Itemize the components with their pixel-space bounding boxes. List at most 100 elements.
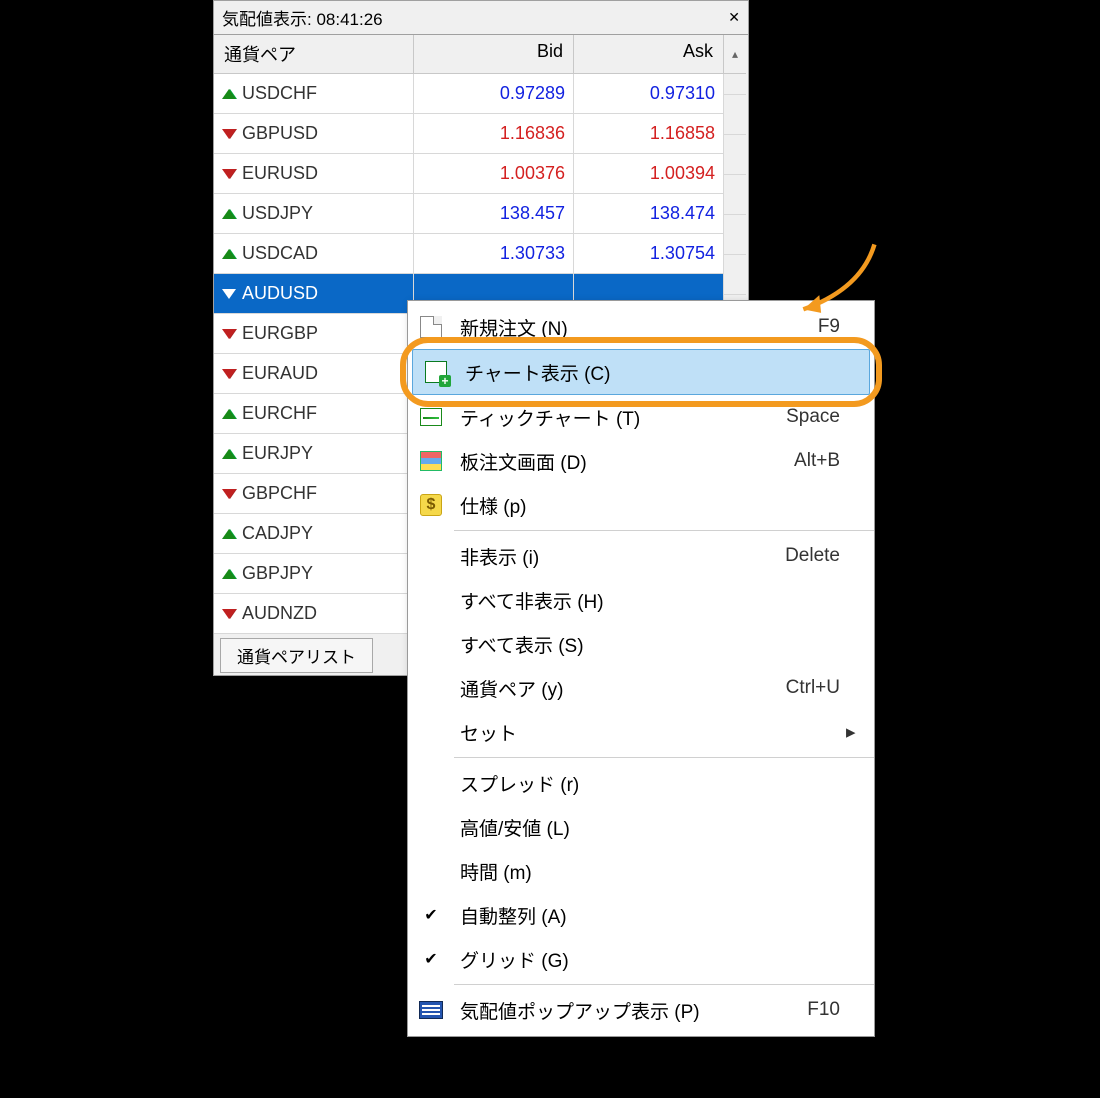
menu-item[interactable]: チャート表示 (C) (412, 349, 870, 395)
menu-item-label: 通貨ペア (y) (454, 675, 786, 702)
menu-item-label: セット (454, 719, 840, 746)
close-icon[interactable]: ✕ (728, 9, 740, 26)
trend-down-icon (222, 609, 236, 619)
menu-item[interactable]: ✔ 自動整列 (A) (408, 893, 874, 937)
trend-up-icon (222, 449, 236, 459)
menu-item-shortcut: Space (786, 406, 846, 428)
context-menu: 新規注文 (N)F9チャート表示 (C)ティックチャート (T)Space板注文… (407, 300, 875, 1037)
trend-down-icon (222, 369, 236, 379)
menu-item[interactable]: 非表示 (i)Delete (408, 534, 874, 578)
bid-value: 138.457 (414, 194, 574, 234)
trend-down-icon (222, 289, 236, 299)
trend-up-icon (222, 409, 236, 419)
table-row[interactable]: USDCHF 0.972890.97310 (214, 74, 748, 114)
trend-up-icon (222, 89, 236, 99)
menu-item[interactable]: ✔ グリッド (G) (408, 937, 874, 981)
scrollbar-track[interactable] (724, 254, 746, 255)
tick-chart-icon (420, 408, 442, 426)
tab-symbol-list[interactable]: 通貨ペアリスト (220, 638, 373, 673)
table-row[interactable]: USDCAD 1.307331.30754 (214, 234, 748, 274)
menu-item-label: 高値/安値 (L) (454, 814, 840, 841)
scrollbar-track[interactable] (724, 134, 746, 135)
table-row[interactable]: EURUSD1.003761.00394 (214, 154, 748, 194)
symbol-name: GBPCHF (242, 483, 317, 504)
menu-item-label: チャート表示 (C) (459, 359, 835, 386)
ask-value: 1.16858 (574, 114, 724, 154)
menu-item[interactable]: セット ▸ (408, 710, 874, 754)
scrollbar-track[interactable] (724, 174, 746, 175)
trend-down-icon (222, 169, 236, 179)
bid-value: 1.00376 (414, 154, 574, 194)
menu-item[interactable]: すべて非表示 (H) (408, 578, 874, 622)
trend-down-icon (222, 129, 236, 139)
check-icon: ✔ (424, 905, 437, 925)
menu-item-shortcut: Ctrl+U (786, 677, 846, 699)
spec-icon: $ (420, 494, 442, 516)
menu-item-label: 自動整列 (A) (454, 902, 840, 929)
symbol-name: EURCHF (242, 403, 317, 424)
menu-item-shortcut: F9 (818, 316, 846, 338)
menu-item[interactable]: すべて表示 (S) (408, 622, 874, 666)
symbol-name: EURAUD (242, 363, 318, 384)
scrollbar-track[interactable] (724, 294, 746, 295)
menu-item[interactable]: 通貨ペア (y)Ctrl+U (408, 666, 874, 710)
scroll-up-icon[interactable]: ▴ (724, 35, 746, 74)
menu-item-label: グリッド (G) (454, 946, 840, 973)
menu-item[interactable]: 板注文画面 (D)Alt+B (408, 439, 874, 483)
menu-separator (454, 984, 874, 985)
menu-item-label: すべて非表示 (H) (454, 587, 840, 614)
panel-title: 気配値表示: 08:41:26 (222, 5, 383, 30)
popup-window-icon (419, 1001, 443, 1019)
menu-item[interactable]: 時間 (m) (408, 849, 874, 893)
col-bid[interactable]: Bid (414, 35, 574, 74)
trend-down-icon (222, 329, 236, 339)
menu-item[interactable]: スプレッド (r) (408, 761, 874, 805)
menu-item[interactable]: 高値/安値 (L) (408, 805, 874, 849)
trend-up-icon (222, 569, 236, 579)
bid-value: 1.30733 (414, 234, 574, 274)
menu-item[interactable]: 気配値ポップアップ表示 (P)F10 (408, 988, 874, 1032)
symbol-name: USDCHF (242, 83, 317, 104)
menu-item-label: スプレッド (r) (454, 770, 840, 797)
menu-item-label: 仕様 (p) (454, 492, 840, 519)
trend-up-icon (222, 529, 236, 539)
new-order-icon (420, 316, 442, 338)
menu-item[interactable]: $ 仕様 (p) (408, 483, 874, 527)
symbol-name: CADJPY (242, 523, 313, 544)
menu-item-label: すべて表示 (S) (454, 631, 840, 658)
menu-item-label: ティックチャート (T) (454, 404, 786, 431)
col-ask[interactable]: Ask (574, 35, 724, 74)
submenu-arrow-icon: ▸ (846, 721, 864, 744)
ask-value: 0.97310 (574, 74, 724, 114)
symbol-name: EURGBP (242, 323, 318, 344)
menu-item[interactable]: 新規注文 (N)F9 (408, 305, 874, 349)
symbol-name: USDCAD (242, 243, 318, 264)
menu-item-shortcut: Delete (785, 545, 846, 567)
ask-value: 1.30754 (574, 234, 724, 274)
table-row[interactable]: USDJPY138.457138.474 (214, 194, 748, 234)
panel-titlebar[interactable]: 気配値表示: 08:41:26 ✕ (214, 1, 748, 34)
symbol-name: AUDNZD (242, 603, 317, 624)
menu-item-label: 板注文画面 (D) (454, 448, 794, 475)
menu-item-shortcut: Alt+B (794, 450, 846, 472)
table-row[interactable]: GBPUSD 1.168361.16858 (214, 114, 748, 154)
check-icon: ✔ (424, 949, 437, 969)
bid-value: 0.97289 (414, 74, 574, 114)
menu-item[interactable]: ティックチャート (T)Space (408, 395, 874, 439)
symbol-name: AUDUSD (242, 283, 318, 304)
bid-value: 1.16836 (414, 114, 574, 154)
col-symbol[interactable]: 通貨ペア (214, 35, 414, 74)
symbol-name: GBPJPY (242, 563, 313, 584)
menu-item-shortcut: F10 (807, 999, 846, 1021)
ask-value: 1.00394 (574, 154, 724, 194)
scrollbar-track[interactable] (724, 214, 746, 215)
trend-up-icon (222, 209, 236, 219)
depth-icon (420, 451, 442, 471)
symbol-name: GBPUSD (242, 123, 318, 144)
symbol-name: USDJPY (242, 203, 313, 224)
symbol-name: EURJPY (242, 443, 313, 464)
scrollbar-track[interactable] (724, 94, 746, 95)
table-header: 通貨ペア Bid Ask ▴ (214, 34, 748, 74)
trend-down-icon (222, 489, 236, 499)
trend-up-icon (222, 249, 236, 259)
